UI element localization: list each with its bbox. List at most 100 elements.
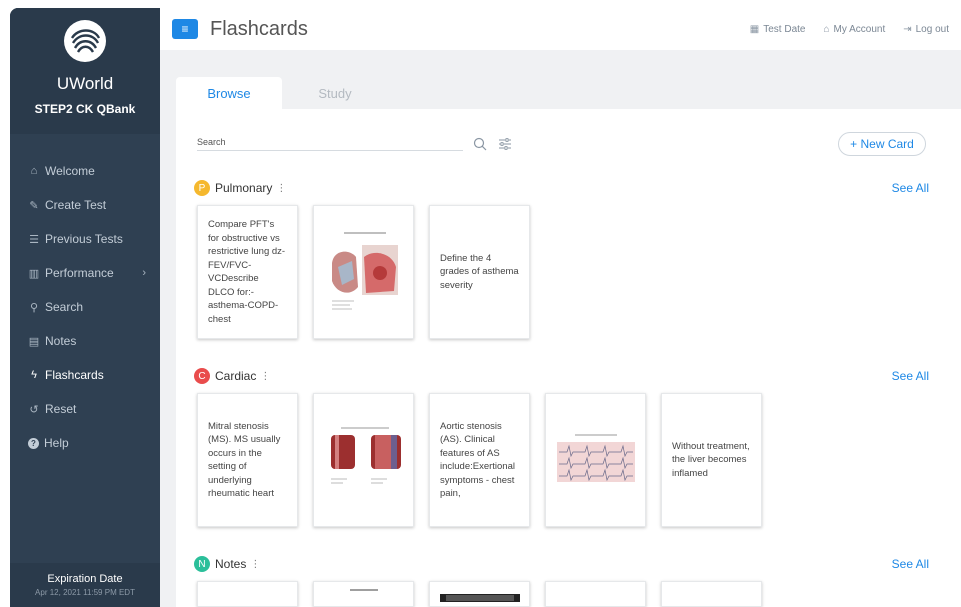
flashcard[interactable]: Compare PFT's for obstructive vs restric…	[197, 205, 298, 339]
brand-name: UWorld	[56, 74, 114, 93]
brand-block: UWorld STEP2 CK QBank	[10, 8, 160, 134]
sidebar-item-label: Previous Tests	[45, 232, 123, 246]
flashcard-text: Aortic stenosis (AS). Clinical features …	[440, 420, 515, 500]
sidebar-item-search[interactable]: ⚲ Search	[10, 290, 160, 324]
sidebar-item-notes[interactable]: ▤ Notes	[10, 324, 160, 358]
logout-icon: ⇥	[903, 23, 912, 35]
note-icon: ▤	[28, 335, 40, 348]
card-row	[197, 581, 929, 607]
flashcard[interactable]	[197, 581, 298, 607]
list-icon: ☰	[29, 233, 39, 246]
flashcard-image[interactable]	[545, 393, 646, 527]
flashcard-text: Compare PFT's for obstructive vs restric…	[208, 219, 286, 325]
flashcard-image[interactable]	[429, 581, 530, 607]
logout-link[interactable]: ⇥ Log out	[903, 24, 949, 35]
expiration-date: Apr 12, 2021 11:59 PM EDT	[35, 588, 135, 597]
flashcard-image[interactable]	[313, 205, 414, 339]
new-card-button[interactable]: + New Card	[838, 132, 926, 156]
sidebar-item-performance[interactable]: ▥ Performance ›	[10, 256, 160, 290]
search-icon: ⚲	[29, 301, 39, 314]
my-account-link[interactable]: ⌂ My Account	[823, 24, 885, 35]
flashcard-text: Without treatment, the liver becomes inf…	[672, 440, 750, 479]
xray-image	[439, 594, 520, 602]
see-all-link[interactable]: See All	[892, 369, 929, 383]
sidebar-item-label: Performance	[45, 266, 114, 280]
sidebar-item-create-test[interactable]: ✎ Create Test	[10, 188, 160, 222]
tab-study[interactable]: Study	[282, 77, 388, 109]
artery-diagram-image	[320, 425, 407, 495]
sidebar-item-help[interactable]: ? Help	[10, 426, 160, 460]
more-options-icon[interactable]: ⋮	[250, 559, 260, 570]
deck-section-pulmonary: P Pulmonary ⋮ See All Compare PFT's for …	[194, 179, 929, 339]
sidebar-item-label: Reset	[45, 402, 77, 416]
deck-title[interactable]: Cardiac	[215, 369, 256, 383]
browse-panel: Search + New Card P Pulmonary ⋮ See All	[176, 109, 961, 607]
edit-icon: ✎	[29, 199, 39, 212]
flashcard[interactable]	[661, 581, 762, 607]
flashcard[interactable]: Without treatment, the liver becomes inf…	[661, 393, 762, 527]
bolt-icon: ϟ	[31, 369, 37, 381]
main-area: ≡ Flashcards ▦ Test Date ⌂ My Account ⇥ …	[160, 8, 961, 607]
lung-diagram-image	[323, 227, 404, 317]
chart-icon: ▥	[28, 267, 40, 280]
my-account-label: My Account	[833, 23, 886, 35]
sidebar-item-reset[interactable]: ↺ Reset	[10, 392, 160, 426]
sidebar-item-previous-tests[interactable]: ☰ Previous Tests	[10, 222, 160, 256]
flashcard-image[interactable]	[313, 581, 414, 607]
help-icon: ?	[28, 437, 39, 449]
deck-title[interactable]: Pulmonary	[215, 181, 272, 195]
more-options-icon[interactable]: ⋮	[260, 371, 270, 382]
search-icon[interactable]	[473, 137, 487, 151]
page-title: Flashcards	[210, 17, 308, 40]
ecg-image	[554, 432, 637, 488]
product-name: STEP2 CK QBank	[34, 102, 136, 116]
see-all-link[interactable]: See All	[892, 557, 929, 571]
sidebar-item-label: Notes	[45, 334, 77, 348]
deck-title[interactable]: Notes	[215, 557, 246, 571]
logout-label: Log out	[915, 23, 949, 35]
top-bar: ≡ Flashcards ▦ Test Date ⌂ My Account ⇥ …	[160, 8, 961, 50]
flashcard-text: Mitral stenosis (MS). MS usually occurs …	[208, 420, 281, 500]
reset-icon: ↺	[29, 403, 39, 416]
more-options-icon[interactable]: ⋮	[276, 183, 286, 194]
chevron-right-icon: ›	[142, 267, 146, 279]
sidebar-item-label: Flashcards	[45, 368, 104, 382]
sidebar-item-label: Create Test	[45, 198, 107, 212]
sidebar-nav: ⌂ Welcome ✎ Create Test ☰ Previous Tests…	[10, 134, 160, 460]
filter-sliders-icon[interactable]	[498, 138, 512, 150]
flashcard-text: Define the 4 grades of asthema severity	[440, 252, 519, 291]
sidebar-item-label: Search	[45, 300, 84, 314]
home-icon: ⌂	[823, 23, 830, 35]
flashcard[interactable]: Define the 4 grades of asthema severity	[429, 205, 530, 339]
top-links: ▦ Test Date ⌂ My Account ⇥ Log out	[750, 8, 949, 50]
deck-section-cardiac: C Cardiac ⋮ See All Mitral stenosis (MS)…	[194, 367, 929, 527]
test-date-label: Test Date	[763, 23, 806, 35]
hamburger-icon: ≡	[181, 22, 189, 36]
tab-browse[interactable]: Browse	[176, 77, 282, 109]
flashcard[interactable]	[545, 581, 646, 607]
test-date-link[interactable]: ▦ Test Date	[750, 24, 806, 35]
deck-header: N Notes ⋮ See All	[194, 555, 929, 573]
flashcard[interactable]: Aortic stenosis (AS). Clinical features …	[429, 393, 530, 527]
expiration-block: Expiration Date Apr 12, 2021 11:59 PM ED…	[10, 563, 160, 607]
expiration-title: Expiration Date	[47, 573, 123, 585]
search-input[interactable]: Search	[197, 137, 463, 151]
card-row: Compare PFT's for obstructive vs restric…	[197, 205, 929, 339]
deck-section-notes: N Notes ⋮ See All	[194, 555, 929, 607]
sidebar-item-welcome[interactable]: ⌂ Welcome	[10, 154, 160, 188]
see-all-link[interactable]: See All	[892, 181, 929, 195]
tab-bar: Browse Study	[176, 77, 388, 109]
deck-badge: N	[194, 556, 210, 572]
calendar-icon: ▦	[749, 23, 760, 35]
home-icon: ⌂	[30, 165, 38, 177]
deck-header: C Cardiac ⋮ See All	[194, 367, 929, 385]
uworld-logo-icon[interactable]	[64, 20, 106, 62]
flashcard-image[interactable]	[313, 393, 414, 527]
sidebar-item-label: Welcome	[45, 164, 95, 178]
sidebar-item-flashcards[interactable]: ϟ Flashcards	[10, 358, 160, 392]
flashcard[interactable]: Mitral stenosis (MS). MS usually occurs …	[197, 393, 298, 527]
deck-header: P Pulmonary ⋮ See All	[194, 179, 929, 197]
deck-badge: C	[194, 368, 210, 384]
menu-toggle-button[interactable]: ≡	[172, 19, 198, 39]
sidebar-item-label: Help	[44, 436, 69, 450]
